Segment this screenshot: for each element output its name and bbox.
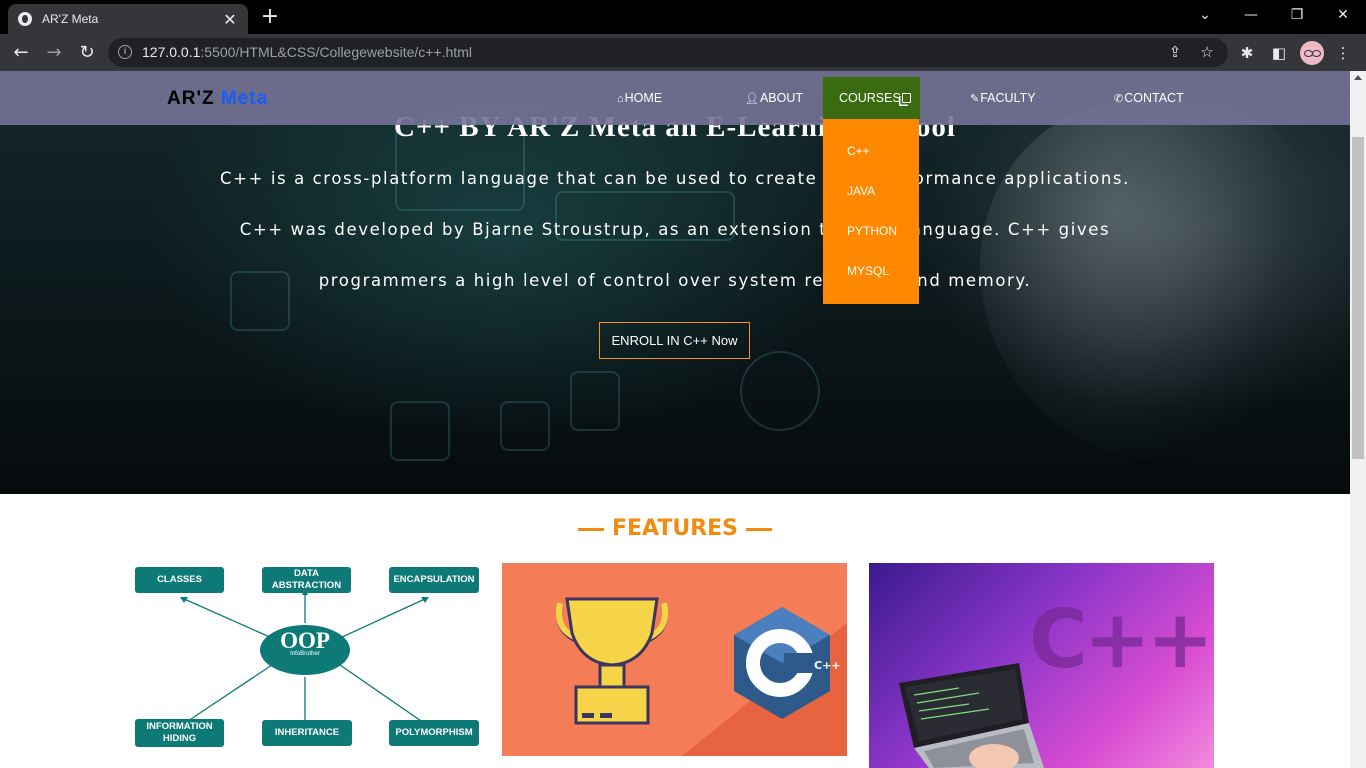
oop-box-inheritance: INHERITANCE xyxy=(262,720,352,746)
logo-accent: Meta xyxy=(220,88,269,109)
user-icon: 👤︎ xyxy=(745,93,759,105)
heading-dash-left xyxy=(577,527,604,531)
network-icon xyxy=(390,401,450,461)
menu-icon[interactable]: ⋮ xyxy=(1332,42,1354,64)
hero-line-2: C++ was developed by Bjarne Stroustrup, … xyxy=(239,220,1111,239)
target-icon xyxy=(570,371,620,431)
home-icon: ⌂ xyxy=(617,93,624,105)
dropdown-item-mysql[interactable]: MYSQL xyxy=(847,264,889,278)
close-window-button[interactable]: ✕ xyxy=(1320,0,1366,30)
enroll-button[interactable]: ENROLL IN C++ Now xyxy=(599,322,750,359)
nav-contact-label: CONTACT xyxy=(1124,91,1184,105)
nav-courses-label: COURSES xyxy=(839,91,901,105)
laptop-icon xyxy=(899,663,1044,768)
features-heading: FEATURES xyxy=(0,516,1350,541)
bookmark-star-icon[interactable]: ☆ xyxy=(1196,41,1218,63)
dropdown-item-java[interactable]: JAVA xyxy=(847,184,875,198)
nav-about[interactable]: 👤︎ABOUT xyxy=(745,71,803,125)
dial-icon xyxy=(740,351,820,431)
tab-search-icon[interactable]: ⌄ xyxy=(1182,0,1228,30)
oop-box-polymorphism: POLYMORPHISM xyxy=(389,720,479,746)
oop-box-encapsulation: ENCAPSULATION xyxy=(389,567,479,593)
side-panel-icon[interactable]: ◧ xyxy=(1268,42,1290,64)
share-icon[interactable]: ⇪ xyxy=(1164,41,1186,63)
scrollbar-thumb[interactable] xyxy=(1352,137,1364,459)
nav-faculty[interactable]: ✎FACULTY xyxy=(970,71,1036,125)
extensions-icon[interactable]: ✱ xyxy=(1236,42,1258,64)
feature-card-oop: CLASSES DATA ABSTRACTION ENCAPSULATION I… xyxy=(132,563,482,768)
nav-faculty-label: FACULTY xyxy=(980,91,1036,105)
browser-tab[interactable]: AR'Z Meta ✕ xyxy=(8,4,248,34)
minimize-button[interactable]: — xyxy=(1228,0,1274,30)
hero-line-3: programmers a high level of control over… xyxy=(318,271,1032,290)
nav-contact[interactable]: ✆CONTACT xyxy=(1114,71,1184,125)
lightbulb-icon xyxy=(500,401,550,451)
forward-icon[interactable]: → xyxy=(41,40,67,66)
profile-avatar[interactable] xyxy=(1300,41,1324,65)
page-viewport: C++ BY AR'Z Meta an E-Learning School C+… xyxy=(0,71,1350,768)
url-host: 127.0.0.1 xyxy=(142,44,201,60)
url-text: 127.0.0.1:5500/HTML&CSS/Collegewebsite/c… xyxy=(142,44,472,60)
oop-center-subtext: InfoBrother xyxy=(290,651,320,657)
heading-dash-right xyxy=(746,527,773,531)
oop-center-badge: OOP InfoBrother xyxy=(260,625,350,675)
new-tab-button[interactable]: + xyxy=(258,4,282,30)
reload-icon[interactable]: ↻ xyxy=(74,40,100,66)
site-info-icon[interactable]: i xyxy=(118,45,132,59)
browser-tab-strip: AR'Z Meta ✕ + ⌄ — ❐ ✕ xyxy=(0,0,1366,34)
logo-main: AR'Z xyxy=(167,88,221,109)
dropdown-item-python[interactable]: PYTHON xyxy=(847,224,897,238)
url-path: :5500/HTML&CSS/Collegewebsite/c++.html xyxy=(200,44,472,60)
features-heading-text: FEATURES xyxy=(611,516,739,541)
page-scrollbar[interactable] xyxy=(1350,71,1366,768)
feature-card-laptop: C++ xyxy=(869,563,1214,768)
copy-icon xyxy=(901,93,911,103)
back-icon[interactable]: ← xyxy=(8,40,34,66)
edit-icon: ✎ xyxy=(970,93,980,105)
feature-card-trophy: C++ xyxy=(502,563,847,756)
scroll-up-arrow-icon[interactable] xyxy=(1354,75,1362,80)
site-logo[interactable]: AR'Z Meta xyxy=(167,88,268,110)
address-bar[interactable]: i 127.0.0.1:5500/HTML&CSS/Collegewebsite… xyxy=(108,38,1228,67)
tab-title: AR'Z Meta xyxy=(42,12,99,26)
globe-icon xyxy=(18,12,32,26)
hero-line-1: C++ is a cross-platform language that ca… xyxy=(220,169,1130,188)
oop-box-information-hiding: INFORMATION HIDING xyxy=(135,719,224,747)
oop-box-classes: CLASSES xyxy=(135,567,224,593)
close-tab-icon[interactable]: ✕ xyxy=(222,10,238,29)
site-navbar: AR'Z Meta ⌂HOME 👤︎ABOUT COURSES ✎FACULTY… xyxy=(0,71,1350,125)
nav-home[interactable]: ⌂HOME xyxy=(617,71,662,125)
cpp-logo-icon: C++ xyxy=(734,607,841,719)
restore-button[interactable]: ❐ xyxy=(1274,0,1320,30)
hero-section: C++ BY AR'Z Meta an E-Learning School C+… xyxy=(0,71,1350,494)
nav-courses[interactable]: COURSES xyxy=(823,77,920,119)
dropdown-item-cpp[interactable]: C++ xyxy=(847,144,870,158)
phone-icon: ✆ xyxy=(1114,93,1124,105)
browser-toolbar: ← → ↻ i 127.0.0.1:5500/HTML&CSS/Collegew… xyxy=(0,34,1366,71)
nav-about-label: ABOUT xyxy=(759,91,804,105)
courses-dropdown: C++ JAVA PYTHON MYSQL xyxy=(823,119,919,304)
oop-box-data-abstraction: DATA ABSTRACTION xyxy=(262,567,351,593)
nav-home-label: HOME xyxy=(624,91,663,105)
cpp-badge-text: C++ xyxy=(814,659,841,672)
